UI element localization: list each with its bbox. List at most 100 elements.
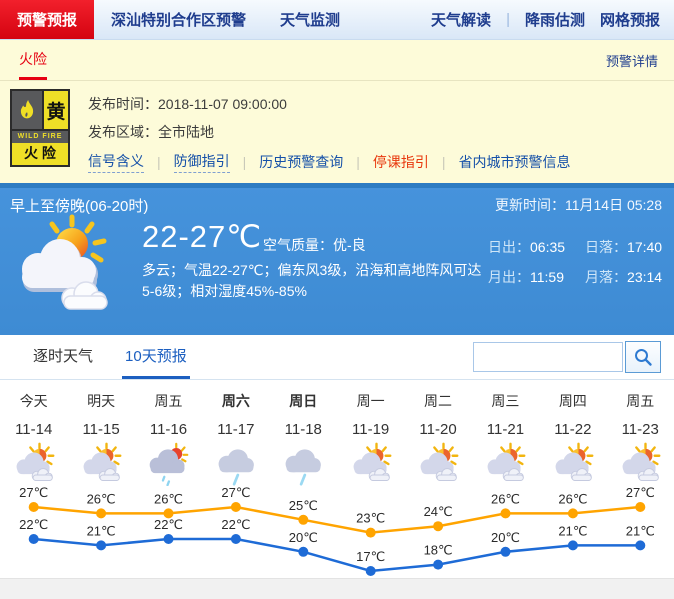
warning-link[interactable]: 停课指引: [373, 152, 429, 172]
warning-row-value: 2018-11-07 09:00:00: [158, 96, 287, 112]
tab-hourly[interactable]: 逐时天气: [30, 345, 96, 379]
temp-label: 25℃: [289, 498, 318, 513]
forecast-tabs: 逐时天气 10天预报: [0, 345, 190, 379]
warning-info-rows: 发布时间：2018-11-07 09:00:00 发布区域：全市陆地: [88, 90, 287, 146]
tab-fire-risk[interactable]: 火险: [19, 40, 47, 80]
fire-warning-badge: 黄 WILD FIRE 火 险: [10, 89, 70, 167]
temp-point: [96, 540, 107, 551]
partly-cloudy-icon: [10, 213, 120, 323]
nav-link[interactable]: 降雨估测: [525, 9, 585, 30]
day-name: 周五: [626, 393, 655, 409]
temp-label: 26℃: [491, 491, 520, 506]
temp-label: 18℃: [424, 543, 453, 558]
temp-label: 27℃: [221, 485, 250, 500]
nav-tab-1[interactable]: 深汕特别合作区预警: [94, 0, 263, 39]
temp-label: 26℃: [154, 491, 183, 506]
sun-moon-item: 日落：17:40: [585, 237, 662, 257]
temp-label: 21℃: [626, 523, 655, 538]
badge-level-text: 黄: [44, 91, 68, 129]
temp-label: 22℃: [221, 517, 250, 532]
warning-detail-link[interactable]: 预警详情: [606, 51, 658, 70]
search-input[interactable]: [473, 342, 623, 372]
day-date: 11-16: [149, 421, 188, 438]
warning-link[interactable]: 信号含义: [88, 151, 144, 173]
weather-description: 多云；气温22-27℃；偏东风3级，沿海和高地阵风可达5-6级；相对湿度45%-…: [142, 262, 482, 299]
day-name: 周一: [356, 393, 385, 409]
day-date: 11-21: [486, 421, 525, 438]
sun-moon-item: 月落：23:14: [585, 267, 662, 287]
temp-label: 17℃: [356, 549, 385, 564]
warning-row-label: 发布区域：: [88, 124, 158, 140]
sun-moon-label: 日落：: [585, 239, 628, 255]
separator: |: [157, 154, 161, 170]
temp-point: [163, 534, 174, 544]
sun-moon-label: 日出：: [488, 239, 530, 255]
day-name: 周四: [558, 393, 587, 409]
warning-row: 发布时间：2018-11-07 09:00:00: [88, 90, 287, 118]
forecast-tabbar: 逐时天气 10天预报: [0, 335, 674, 380]
temperature-range: 22-27℃: [142, 219, 263, 254]
temp-point: [230, 534, 241, 544]
sun-moon-times: 日出：06:35 日落：17:40 月出：11:59 月落：23:14: [488, 237, 662, 287]
air-quality-label: 空气质量：: [263, 237, 333, 253]
sun-moon-label: 月出：: [488, 269, 530, 285]
warning-row: 发布区域：全市陆地: [88, 118, 287, 146]
warning-link[interactable]: 防御指引: [173, 151, 230, 173]
warning-section: 黄 WILD FIRE 火 险 发布时间：2018-11-07 09:00:00…: [0, 81, 674, 183]
temp-label: 24℃: [424, 504, 453, 519]
day-date: 11-19: [352, 421, 390, 438]
warning-row-value: 全市陆地: [158, 124, 214, 140]
nav-link[interactable]: 网格预报: [600, 9, 660, 30]
temp-point: [298, 546, 309, 557]
badge-type-cn: 火 险: [24, 145, 56, 161]
warning-link[interactable]: 历史预警查询: [259, 152, 343, 172]
temp-point: [635, 502, 646, 512]
separator: |: [242, 154, 247, 170]
tab-ten-day[interactable]: 10天预报: [122, 345, 190, 379]
separator: |: [356, 154, 360, 170]
temp-point: [635, 540, 646, 551]
weather-app: 预警预报 深汕特别合作区预警 天气监测 天气解读 | 降雨估测 网格预报 火险 预警详情 …: [0, 0, 674, 599]
sun-moon-value: 23:14: [627, 269, 663, 285]
day-name: 周日: [289, 393, 318, 409]
search-button[interactable]: [625, 341, 661, 373]
temp-label: 22℃: [154, 517, 183, 532]
sun-moon-value: 11:59: [530, 269, 564, 285]
footer-bar: [0, 578, 674, 599]
temp-point: [298, 514, 309, 525]
temp-line: [33, 537, 641, 573]
temp-point: [500, 546, 511, 557]
temp-point: [96, 508, 107, 519]
warning-link[interactable]: 省内城市预警信息: [459, 152, 571, 172]
day-date: 11-15: [82, 421, 120, 438]
nav-link[interactable]: 天气解读: [431, 9, 491, 30]
day-name: 周二: [424, 393, 453, 409]
day-date: 11-23: [621, 421, 659, 438]
temp-point: [500, 508, 511, 519]
current-weather-panel: 早上至傍晚(06-20时) 更新时间：11月14日 05:28 22-27℃ 空…: [0, 183, 674, 335]
day-name: 周六: [221, 393, 250, 409]
search-box: [473, 341, 661, 373]
day-date: 11-17: [217, 421, 255, 438]
sub-nav: 火险 预警详情: [0, 40, 674, 81]
nav-tab-2[interactable]: 天气监测: [263, 0, 357, 39]
temp-label: 23℃: [356, 511, 385, 526]
temp-label: 26℃: [87, 491, 116, 506]
temp-point: [433, 559, 444, 570]
separator: |: [506, 11, 510, 28]
temperature-chart: 27℃ 26℃ 26℃ 27℃ 25℃ 23℃ 24℃ 26℃ 26℃ 27℃ 22℃ 21℃ 22℃ 2…: [19, 485, 655, 576]
temp-label: 22℃: [19, 517, 48, 532]
temp-point: [28, 502, 39, 512]
temp-point: [365, 527, 376, 538]
temp-label: 20℃: [491, 530, 520, 545]
nav-tabs: 预警预报 深汕特别合作区预警 天气监测: [0, 0, 357, 39]
day-date: 11-22: [554, 421, 592, 438]
badge-type-en: WILD FIRE: [12, 131, 68, 143]
day-name: 明天: [87, 393, 116, 409]
separator: |: [441, 154, 446, 170]
top-nav: 预警预报 深汕特别合作区预警 天气监测 天气解读 | 降雨估测 网格预报: [0, 0, 674, 40]
panel-top-strip: [0, 183, 674, 188]
nav-tab-0[interactable]: 预警预报: [0, 0, 95, 39]
temp-point: [365, 566, 376, 576]
